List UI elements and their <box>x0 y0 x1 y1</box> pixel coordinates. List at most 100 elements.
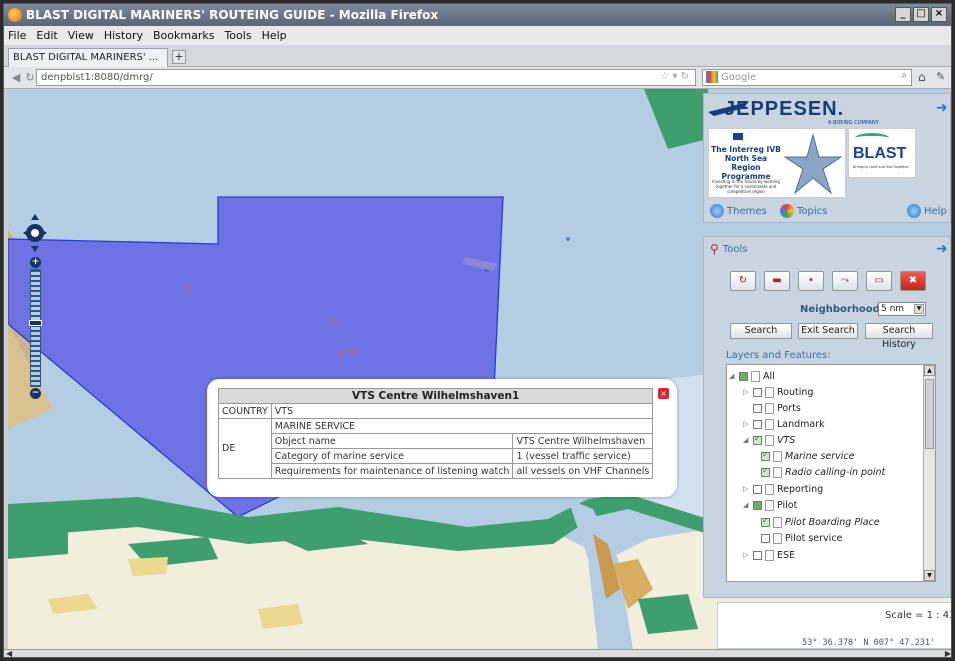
scroll-thumb[interactable] <box>925 379 934 449</box>
home-icon[interactable]: ⌂ <box>918 70 926 84</box>
expand-icon[interactable]: ◢ <box>743 501 750 509</box>
layer-checkbox[interactable] <box>761 450 770 461</box>
layer-checkbox[interactable] <box>753 419 762 429</box>
help-icon <box>907 204 921 218</box>
folder-icon <box>765 549 774 561</box>
url-bar[interactable]: denpblst1:8080/dmrg/ ☆ ▾ ↻ <box>36 69 696 86</box>
layer-ese[interactable]: ▷ ESE <box>743 548 795 562</box>
globe-icon <box>710 204 724 218</box>
layer-checkbox[interactable] <box>761 466 770 477</box>
search-button[interactable]: Search <box>730 323 792 339</box>
scroll-down-icon[interactable]: ▼ <box>924 570 935 581</box>
layers-scrollbar[interactable]: ▲ ▼ <box>923 365 935 581</box>
clear-tool-icon[interactable]: ✖ <box>900 271 926 291</box>
maximize-button[interactable]: □ <box>913 7 929 22</box>
layer-pilot-boarding-place[interactable]: Pilot Boarding Place <box>761 515 880 529</box>
layer-radio-calling-in-point[interactable]: Radio calling-in point <box>761 465 885 479</box>
rotate-tool-icon[interactable]: ↻ <box>730 271 756 291</box>
blast-swoosh-icon <box>855 133 889 143</box>
layer-checkbox[interactable] <box>753 403 762 413</box>
new-tab-button[interactable]: + <box>172 50 186 64</box>
tab-bar: BLAST DIGITAL MARINERS' ... + <box>4 45 951 67</box>
expand-icon[interactable]: ▷ <box>743 420 750 428</box>
layer-ports[interactable]: Ports <box>743 401 801 415</box>
search-history-button[interactable]: Search History <box>865 323 933 350</box>
folder-icon <box>765 386 774 398</box>
scroll-left-icon[interactable]: ◀ <box>6 649 12 657</box>
topics-link[interactable]: Topics <box>780 204 827 218</box>
menu-view[interactable]: View <box>68 29 94 42</box>
themes-link[interactable]: Themes <box>710 204 767 218</box>
file-icon <box>773 532 782 544</box>
minimize-button[interactable]: _ <box>895 7 911 22</box>
point-tool-icon[interactable]: • <box>798 271 824 291</box>
expand-icon[interactable]: ▷ <box>743 551 750 559</box>
layer-label: ESE <box>777 549 796 561</box>
polygon-tool-icon[interactable]: ▭ <box>866 271 892 291</box>
menu-history[interactable]: History <box>104 29 143 42</box>
country-header: COUNTRY <box>218 403 272 419</box>
layer-vts[interactable]: ◢ VTS <box>743 433 795 447</box>
menu-help[interactable]: Help <box>262 29 287 42</box>
feature-popup: × VTS Centre Wilhelmshaven1 COUNTRY VTS … <box>207 379 677 497</box>
layer-checkbox[interactable] <box>753 434 762 445</box>
zoom-track[interactable] <box>29 269 42 387</box>
layer-label: Radio calling-in point <box>785 466 886 478</box>
layer-checkbox[interactable] <box>753 387 762 397</box>
bookmark-star-icon[interactable]: ☆ ▾ ↻ <box>660 71 689 82</box>
zoom-thumb[interactable] <box>29 320 42 326</box>
blast-tagline: Bringing Land and Sea Together <box>853 165 909 169</box>
help-link[interactable]: Help <box>907 204 947 218</box>
scroll-right-icon[interactable]: ▶ <box>945 649 951 657</box>
zoom-slider[interactable]: + − <box>29 257 42 399</box>
google-icon <box>706 71 718 83</box>
menu-tools[interactable]: Tools <box>224 29 251 42</box>
exit-search-button[interactable]: Exit Search <box>798 323 858 339</box>
addon-icon[interactable]: ✎ <box>936 70 945 83</box>
tool-buttons: ↻ ▬ • ⤳ ▭ ✖ <box>730 271 926 291</box>
themes-label: Themes <box>727 205 767 217</box>
layer-all[interactable]: ◢ All <box>729 369 775 383</box>
layer-pilot[interactable]: ◢ Pilot <box>743 498 797 512</box>
layer-checkbox[interactable] <box>761 533 770 543</box>
expand-icon[interactable]: ◢ <box>743 436 750 444</box>
measure-tool-icon[interactable]: ▬ <box>764 271 790 291</box>
menu-bookmarks[interactable]: Bookmarks <box>153 29 214 42</box>
layer-checkbox[interactable] <box>753 550 762 560</box>
interreg-subtitle: Investing in the future by working toget… <box>712 179 780 194</box>
menu-edit[interactable]: Edit <box>36 29 57 42</box>
layer-label: Landmark <box>777 418 825 430</box>
neighborhood-value: 5 nm <box>881 304 905 314</box>
search-icon[interactable]: ⌕ <box>901 70 907 81</box>
line-tool-icon[interactable]: ⤳ <box>832 271 858 291</box>
tools-icon: ⚲ <box>710 242 719 256</box>
expand-icon[interactable]: ▷ <box>743 388 750 396</box>
close-button[interactable]: × <box>931 7 947 22</box>
horizontal-scrollbar[interactable]: ◀ ▶ <box>4 649 951 657</box>
scroll-up-icon[interactable]: ▲ <box>924 365 935 376</box>
zoom-out-button[interactable]: − <box>30 388 41 399</box>
file-icon <box>773 466 782 478</box>
layer-checkbox[interactable] <box>739 371 748 381</box>
layer-pilot-service[interactable]: Pilot service <box>761 531 842 545</box>
layer-checkbox[interactable] <box>753 484 762 494</box>
tools-collapse-arrow-icon[interactable]: ➜ <box>936 241 948 257</box>
blast-logo: BLAST Bringing Land and Sea Together <box>848 128 916 178</box>
layer-reporting[interactable]: ▷ Reporting <box>743 482 823 496</box>
layer-checkbox[interactable] <box>753 500 762 510</box>
popup-close-icon[interactable]: × <box>658 388 669 399</box>
search-input[interactable]: Google ⌕ <box>702 69 912 86</box>
layer-marine-service[interactable]: Marine service <box>761 449 854 463</box>
expand-icon[interactable]: ◢ <box>729 372 736 380</box>
attr-value: 1 (vessel traffic service) <box>512 448 654 464</box>
menu-file[interactable]: File <box>8 29 26 42</box>
expand-icon[interactable]: ▷ <box>743 485 750 493</box>
layer-routing[interactable]: ▷ Routing <box>743 385 813 399</box>
layer-landmark[interactable]: ▷ Landmark <box>743 417 825 431</box>
zoom-in-button[interactable]: + <box>30 257 41 268</box>
collapse-arrow-icon[interactable]: ➜ <box>936 100 948 116</box>
tab-blast[interactable]: BLAST DIGITAL MARINERS' ... <box>8 48 168 67</box>
neighborhood-select[interactable]: 5 nm ▼ <box>878 302 926 316</box>
pan-control[interactable] <box>23 214 47 252</box>
layer-checkbox[interactable] <box>761 516 770 527</box>
